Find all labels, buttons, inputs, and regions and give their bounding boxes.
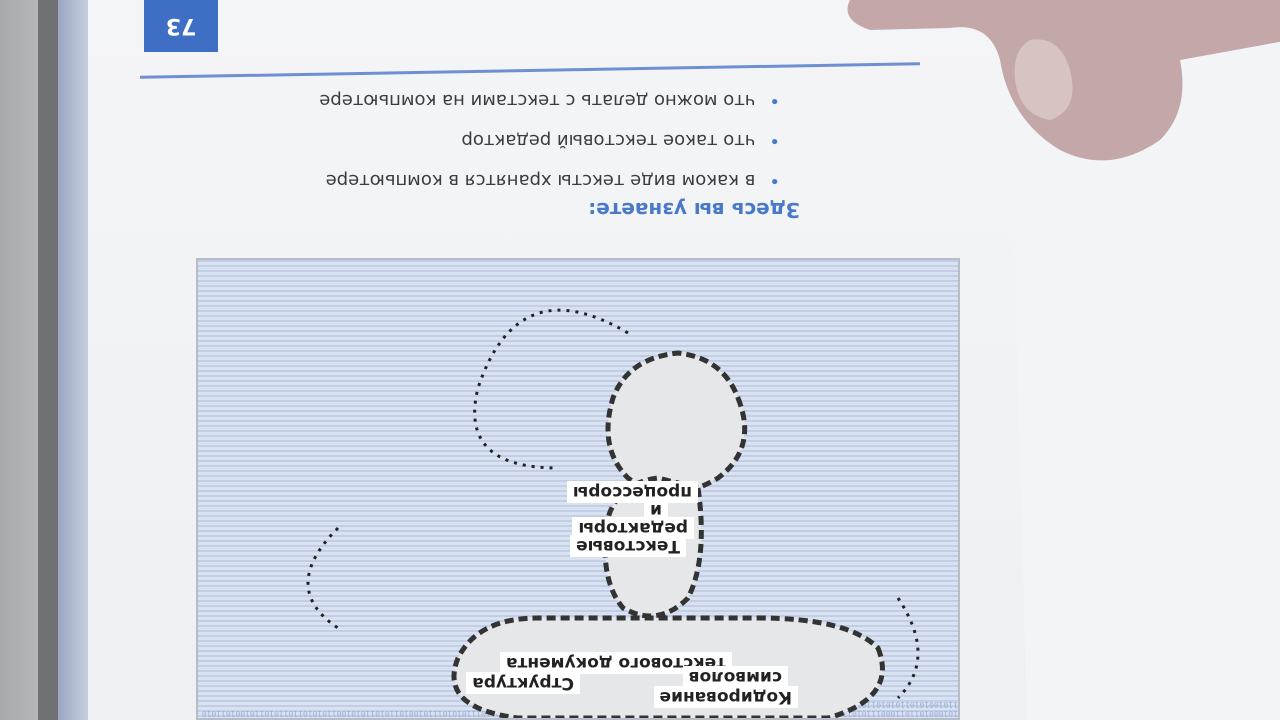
- label-structure: Структура: [466, 672, 580, 694]
- learning-goal: в каком виде тексты хранятся в компьютер…: [319, 160, 780, 200]
- binary-illustration: 1010001011011000111010110101111010100100…: [196, 258, 960, 720]
- character-head-shape: [605, 350, 748, 496]
- section-heading: Здесь вы узнаете:: [588, 198, 800, 222]
- learning-goal: что можно делать с текстами на компьютер…: [319, 80, 780, 120]
- page-number: 73: [144, 0, 218, 52]
- label-processors: процессоры: [566, 481, 698, 503]
- dotted-arrow: [306, 526, 340, 630]
- learning-goal: что такое текстовый редактор: [319, 120, 780, 160]
- label-symbols: символов: [682, 666, 788, 688]
- header-rule: [140, 62, 920, 79]
- label-text: Текстовые: [570, 535, 686, 557]
- dotted-arrow: [473, 308, 629, 470]
- rotated-page-content: 73 Здесь вы узнаете: в каком виде тексты…: [0, 0, 1280, 720]
- learning-goals-list: в каком виде тексты хранятся в компьютер…: [319, 80, 780, 200]
- dotted-arrow: [896, 597, 920, 700]
- label-coding: Кодирование: [653, 686, 798, 708]
